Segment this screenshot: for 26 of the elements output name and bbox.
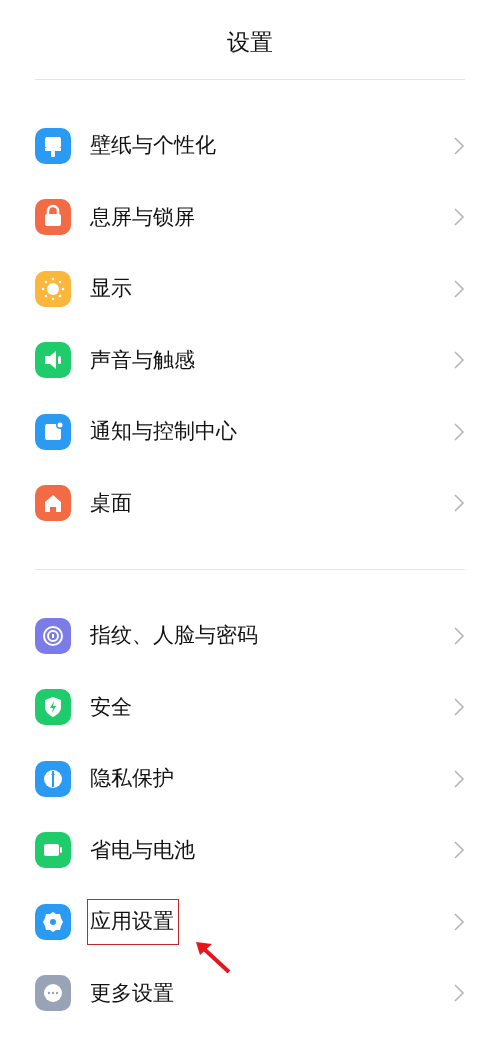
page-title: 设置 bbox=[227, 28, 273, 57]
item-label: 息屏与锁屏 bbox=[89, 203, 196, 231]
chevron-icon bbox=[453, 493, 465, 514]
chevron-icon bbox=[453, 840, 465, 861]
item-label: 隐私保护 bbox=[89, 765, 175, 792]
chevron-icon bbox=[453, 911, 465, 932]
chevron-icon bbox=[453, 697, 465, 718]
item-label: 应用设置 bbox=[87, 899, 179, 945]
chevron-icon bbox=[453, 983, 465, 1004]
chevron-icon bbox=[453, 625, 465, 646]
item-label: 更多设置 bbox=[89, 979, 175, 1007]
chevron-icon bbox=[453, 421, 465, 442]
item-label: 显示 bbox=[89, 275, 133, 302]
chevron-icon bbox=[453, 350, 465, 371]
chevron-icon bbox=[453, 768, 465, 789]
item-label: 桌面 bbox=[89, 489, 133, 517]
item-label: 指纹、人脸与密码 bbox=[89, 622, 259, 649]
item-label: 通知与控制中心 bbox=[89, 418, 238, 445]
item-label: 声音与触感 bbox=[89, 346, 196, 374]
item-label: 省电与电池 bbox=[89, 836, 196, 864]
item-label: 壁纸与个性化 bbox=[89, 132, 217, 159]
chevron-icon bbox=[453, 207, 465, 228]
chevron-icon bbox=[453, 278, 465, 299]
item-label: 安全 bbox=[89, 693, 133, 721]
chevron-icon bbox=[453, 135, 465, 156]
annotation-arrow bbox=[193, 940, 233, 976]
